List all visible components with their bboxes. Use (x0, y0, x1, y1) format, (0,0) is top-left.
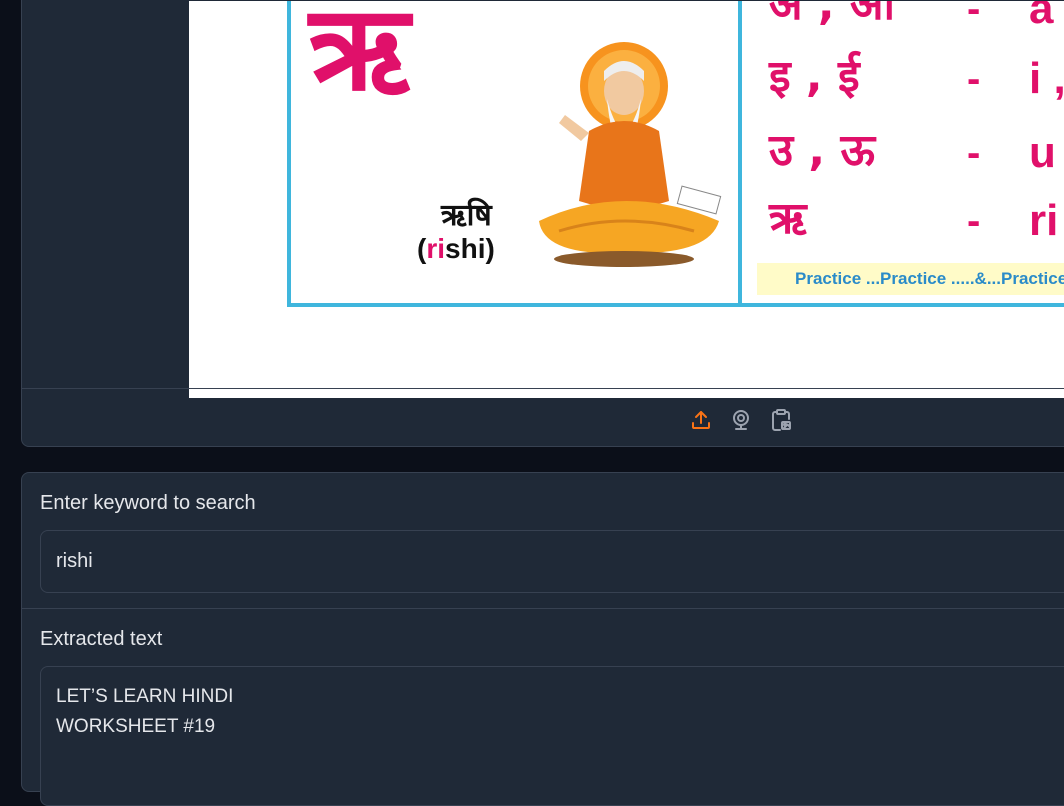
word-hindi: ऋषि (441, 198, 492, 233)
word-latin-highlight: ri (426, 233, 446, 264)
worksheet-image: ऋ ऋषि (rishi) अ , आ - a इ , ई - i , उ , … (189, 1, 1064, 398)
sage-illustration (539, 42, 722, 267)
image-source-toolbar (22, 389, 1064, 446)
upload-icon (692, 411, 710, 429)
word-latin: (rishi) (417, 233, 495, 265)
extracted-line-2: WORKSHEET #19 (56, 716, 216, 737)
vowel-row-3-latin: u (1029, 128, 1056, 177)
webcam-icon (733, 410, 749, 430)
vowel-row-2-latin: i , (1029, 54, 1064, 103)
paste-from-clipboard-button[interactable] (768, 407, 794, 433)
vowel-row-1-dash: - (967, 1, 981, 31)
webcam-button[interactable] (728, 407, 754, 433)
word-latin-rest: shi) (445, 233, 495, 264)
big-hindi-letter: ऋ (309, 1, 410, 117)
word-latin-open: ( (417, 233, 427, 264)
vowel-row-4-dash: - (967, 199, 981, 243)
extracted-text-label: Extracted text (40, 628, 163, 650)
vowel-row-1-hindi: अ , आ (769, 1, 895, 30)
search-field (40, 530, 1064, 593)
panel-divider (22, 608, 1064, 609)
vowel-row-4-hindi: ऋ (769, 193, 807, 244)
search-input[interactable] (41, 531, 1064, 592)
clipboard-paste-icon (772, 409, 791, 431)
image-padding-area (22, 0, 189, 388)
practice-text: Practice ...Practice .....&...Practice (795, 269, 1064, 288)
vowel-row-2-hindi: इ , ई (769, 51, 860, 102)
image-upload-panel: ऋ ऋषि (rishi) अ , आ - a इ , ई - i , उ , … (21, 0, 1064, 447)
search-label: Enter keyword to search (40, 492, 256, 514)
vowel-row-3-dash: - (967, 131, 981, 175)
vowel-row-4-latin: ri (1029, 196, 1059, 245)
vowel-row-1-latin: a (1029, 1, 1054, 33)
extracted-line-1: LET’S LEARN HINDI (56, 686, 234, 707)
vowel-row-2-dash: - (967, 57, 981, 101)
page-gutter (0, 0, 22, 770)
search-panel: Enter keyword to search Extracted text L… (21, 472, 1064, 806)
extracted-text-area[interactable]: LET’S LEARN HINDI WORKSHEET #19 (40, 666, 1064, 806)
vowel-row-3-hindi: उ , ऊ (769, 125, 876, 176)
upload-button[interactable] (688, 407, 714, 433)
